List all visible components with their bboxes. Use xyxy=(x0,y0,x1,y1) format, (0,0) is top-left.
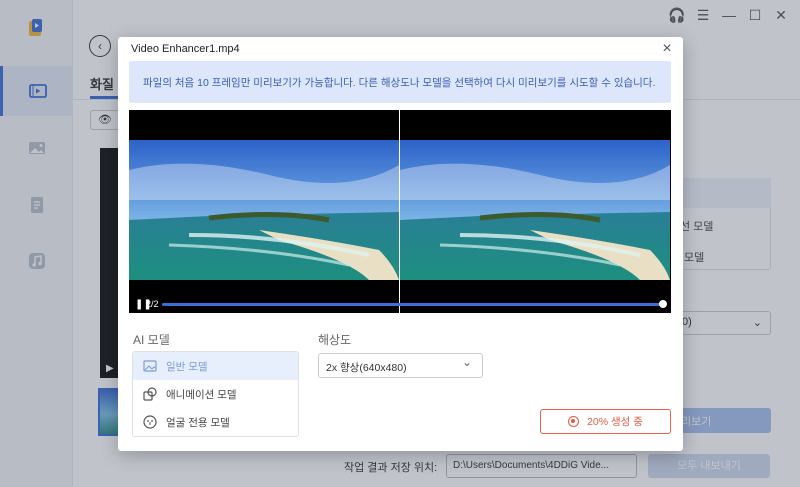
original-frame xyxy=(129,140,399,280)
model-item-face[interactable]: 얼굴 전용 모델 xyxy=(133,408,298,436)
ai-model-label: AI 모델 xyxy=(133,333,170,347)
generating-label: 20% 생성 중 xyxy=(587,416,643,428)
notice-banner: 파일의 처음 10 프레임만 미리보기가 가능합니다. 다른 해상도나 모델을 … xyxy=(129,61,671,103)
resolution-select[interactable]: 2x 향상(640x480) xyxy=(318,353,483,378)
enhanced-frame xyxy=(400,140,670,280)
close-icon[interactable]: × xyxy=(659,41,675,57)
progress-handle[interactable] xyxy=(659,300,667,308)
video-player: ❚❚ 2/2 xyxy=(129,110,671,313)
model-item-animation[interactable]: 애니메이션 모델 xyxy=(133,380,298,408)
record-icon xyxy=(568,416,580,427)
generating-button[interactable]: 20% 생성 중 xyxy=(540,409,671,434)
preview-dialog: Video Enhancer1.mp4 × 파일의 처음 10 프레임만 미리보… xyxy=(118,37,683,451)
progress-bar[interactable] xyxy=(162,303,663,306)
compare-divider[interactable] xyxy=(399,110,400,313)
model-label: 애니메이션 모델 xyxy=(166,388,237,401)
face-icon xyxy=(143,415,157,429)
dialog-title: Video Enhancer1.mp4 xyxy=(131,43,240,55)
model-item-general[interactable]: 일반 모델 xyxy=(133,352,298,380)
resolution-value: 2x 향상(640x480) xyxy=(326,362,407,374)
shapes-icon xyxy=(143,387,157,401)
image-icon xyxy=(143,360,157,372)
model-label: 일반 모델 xyxy=(166,360,208,373)
chevron-down-icon: ⌄ xyxy=(462,355,473,369)
model-list: 일반 모델 애니메이션 모델 얼굴 전용 모델 xyxy=(132,351,299,437)
model-label: 얼굴 전용 모델 xyxy=(166,416,230,429)
resolution-label: 해상도 xyxy=(318,333,352,347)
frame-counter: 2/2 xyxy=(146,299,159,309)
